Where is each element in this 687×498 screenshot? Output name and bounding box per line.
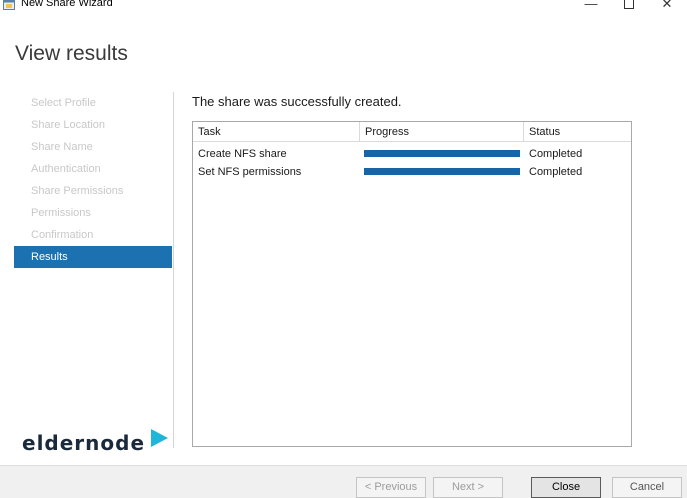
status-cell: Completed: [529, 166, 583, 178]
progress-bar: [364, 150, 520, 157]
nav-step-permissions[interactable]: Permissions: [14, 202, 172, 224]
nav-step-results[interactable]: Results: [14, 246, 172, 268]
maximize-button[interactable]: [618, 0, 640, 12]
column-header-status[interactable]: Status: [524, 122, 631, 142]
close-window-button[interactable]: ✕: [656, 0, 678, 12]
nav-step-share-permissions[interactable]: Share Permissions: [14, 180, 172, 202]
task-cell: Set NFS permissions: [198, 166, 302, 178]
nav-step-share-location[interactable]: Share Location: [14, 114, 172, 136]
nav-step-share-name[interactable]: Share Name: [14, 136, 172, 158]
close-button[interactable]: Close: [531, 477, 601, 498]
title-bar: New Share Wizard — ✕: [0, 0, 687, 14]
wizard-steps-nav: Select Profile Share Location Share Name…: [14, 92, 172, 268]
wizard-footer: < Previous Next > Close Cancel: [0, 465, 687, 498]
nav-step-authentication[interactable]: Authentication: [14, 158, 172, 180]
table-row[interactable]: Set NFS permissions Completed: [193, 164, 631, 182]
column-header-task[interactable]: Task: [193, 122, 360, 142]
nav-divider: [173, 92, 174, 448]
page-title: View results: [15, 42, 128, 65]
nav-step-select-profile[interactable]: Select Profile: [14, 92, 172, 114]
maximize-icon: [624, 0, 634, 9]
next-button[interactable]: Next >: [433, 477, 503, 498]
cancel-button[interactable]: Cancel: [612, 477, 682, 498]
table-row[interactable]: Create NFS share Completed: [193, 146, 631, 164]
logo-text: eldernode: [22, 431, 146, 455]
play-arrow-icon: [151, 429, 169, 447]
progress-fill: [364, 168, 520, 175]
minimize-button[interactable]: —: [580, 0, 602, 12]
status-cell: Completed: [529, 148, 583, 160]
nav-step-confirmation[interactable]: Confirmation: [14, 224, 172, 246]
share-wizard-icon: [3, 0, 15, 10]
window-title: New Share Wizard: [21, 0, 113, 9]
success-message: The share was successfully created.: [192, 94, 402, 109]
column-header-progress[interactable]: Progress: [360, 122, 524, 142]
progress-fill: [364, 150, 520, 157]
progress-bar: [364, 168, 520, 175]
results-table: Task Progress Status Create NFS share Co…: [192, 121, 632, 447]
previous-button[interactable]: < Previous: [356, 477, 426, 498]
eldernode-logo: eldernode: [22, 428, 169, 455]
task-cell: Create NFS share: [198, 148, 287, 160]
